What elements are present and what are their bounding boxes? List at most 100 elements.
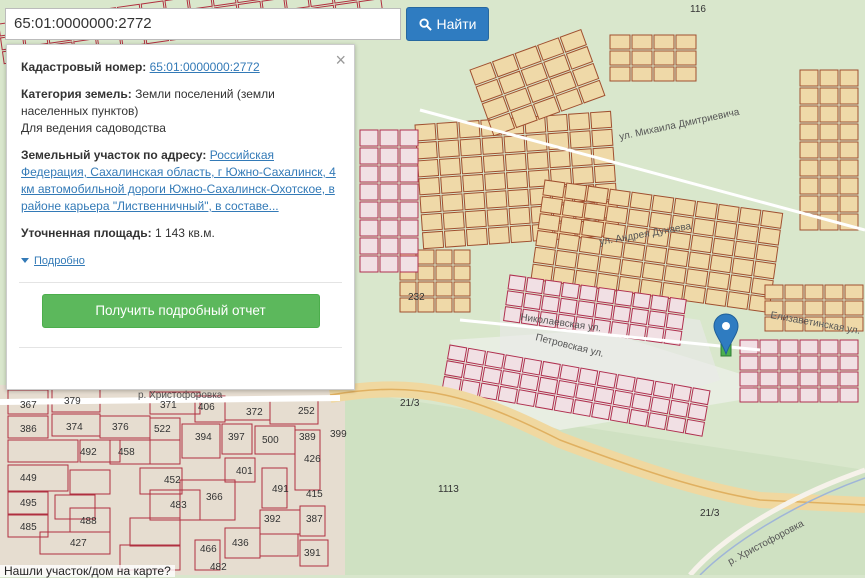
- parcel[interactable]: [665, 248, 689, 268]
- parcel[interactable]: [799, 387, 819, 403]
- parcel[interactable]: [419, 194, 442, 214]
- parcel[interactable]: [443, 229, 467, 248]
- parcel[interactable]: [799, 371, 819, 387]
- parcel[interactable]: [379, 183, 399, 201]
- parcel[interactable]: [507, 188, 530, 208]
- parcel[interactable]: [379, 219, 399, 237]
- parcel[interactable]: [519, 373, 540, 392]
- parcel[interactable]: [596, 370, 618, 389]
- parcel[interactable]: [675, 66, 697, 82]
- parcel[interactable]: [714, 220, 738, 240]
- parcel[interactable]: [726, 291, 750, 310]
- parcel[interactable]: [844, 300, 864, 316]
- parcel[interactable]: [784, 284, 804, 300]
- parcel[interactable]: [525, 276, 545, 295]
- parcel[interactable]: [485, 190, 508, 209]
- parcel[interactable]: [505, 290, 525, 308]
- parcel[interactable]: [399, 255, 419, 273]
- parcel[interactable]: [819, 177, 839, 195]
- parcel[interactable]: [634, 377, 655, 396]
- parcel[interactable]: [463, 191, 486, 211]
- cadastral-link[interactable]: 65:01:0000000:2772: [150, 60, 260, 74]
- parcel[interactable]: [627, 208, 651, 228]
- parcel[interactable]: [399, 201, 419, 219]
- close-icon[interactable]: ×: [335, 51, 346, 69]
- parcel[interactable]: [441, 193, 464, 212]
- parcel[interactable]: [694, 200, 718, 220]
- parcel[interactable]: [799, 159, 819, 177]
- parcel[interactable]: [609, 66, 631, 82]
- parcel[interactable]: [839, 159, 859, 177]
- parcel[interactable]: [650, 294, 670, 312]
- parcel[interactable]: [577, 367, 599, 386]
- parcel[interactable]: [435, 249, 453, 265]
- get-report-button[interactable]: Получить подробный отчет: [41, 294, 320, 328]
- parcel[interactable]: [359, 255, 379, 273]
- parcel[interactable]: [581, 219, 605, 238]
- parcel[interactable]: [379, 129, 399, 147]
- parcel[interactable]: [671, 384, 692, 402]
- parcel[interactable]: [839, 141, 859, 159]
- parcel[interactable]: [575, 383, 596, 402]
- parcel[interactable]: [446, 344, 468, 363]
- parcel[interactable]: [578, 284, 598, 302]
- parcel[interactable]: [435, 297, 453, 313]
- parcel[interactable]: [819, 105, 839, 123]
- parcel[interactable]: [839, 123, 859, 141]
- parcel[interactable]: [651, 194, 675, 214]
- parcel[interactable]: [583, 202, 607, 222]
- parcel[interactable]: [500, 370, 521, 388]
- parcel[interactable]: [653, 50, 675, 66]
- parcel[interactable]: [728, 274, 752, 294]
- parcel[interactable]: [690, 387, 711, 406]
- parcel[interactable]: [537, 213, 561, 232]
- parcel[interactable]: [559, 364, 580, 383]
- parcel[interactable]: [739, 355, 759, 371]
- parcel[interactable]: [481, 366, 502, 385]
- search-button[interactable]: Найти: [406, 7, 489, 41]
- parcel[interactable]: [464, 209, 487, 229]
- parcel[interactable]: [462, 363, 484, 382]
- parcel[interactable]: [779, 339, 799, 355]
- parcel[interactable]: [764, 284, 784, 300]
- parcel[interactable]: [647, 310, 667, 328]
- parcel[interactable]: [605, 205, 629, 225]
- parcel[interactable]: [824, 284, 844, 300]
- parcel[interactable]: [839, 105, 859, 123]
- parcel[interactable]: [540, 295, 560, 313]
- parcel[interactable]: [779, 387, 799, 403]
- parcel[interactable]: [572, 399, 593, 417]
- parcel[interactable]: [631, 34, 653, 50]
- parcel[interactable]: [465, 227, 489, 247]
- parcel[interactable]: [753, 260, 777, 280]
- parcel[interactable]: [665, 415, 687, 434]
- parcel[interactable]: [535, 229, 559, 249]
- parcel[interactable]: [596, 286, 616, 305]
- parcel[interactable]: [839, 371, 859, 387]
- parcel[interactable]: [437, 139, 460, 158]
- parcel[interactable]: [591, 128, 614, 148]
- parcel[interactable]: [509, 224, 532, 244]
- parcel[interactable]: [650, 396, 671, 415]
- parcel[interactable]: [594, 302, 614, 321]
- parcel[interactable]: [739, 387, 759, 403]
- parcel[interactable]: [615, 374, 636, 393]
- parcel[interactable]: [359, 201, 379, 219]
- parcel[interactable]: [560, 281, 580, 300]
- parcel[interactable]: [453, 281, 471, 297]
- parcel[interactable]: [804, 300, 824, 316]
- parcel[interactable]: [507, 274, 527, 292]
- parcel[interactable]: [442, 211, 465, 230]
- parcel[interactable]: [799, 339, 819, 355]
- parcel[interactable]: [799, 355, 819, 371]
- parcel[interactable]: [435, 281, 453, 297]
- parcel[interactable]: [399, 165, 419, 183]
- parcel[interactable]: [844, 284, 864, 300]
- parcel[interactable]: [417, 265, 435, 281]
- parcel[interactable]: [819, 371, 839, 387]
- parcel[interactable]: [667, 296, 687, 315]
- parcel[interactable]: [711, 237, 735, 257]
- parcel[interactable]: [417, 249, 435, 265]
- parcel[interactable]: [819, 123, 839, 141]
- parcel[interactable]: [799, 87, 819, 105]
